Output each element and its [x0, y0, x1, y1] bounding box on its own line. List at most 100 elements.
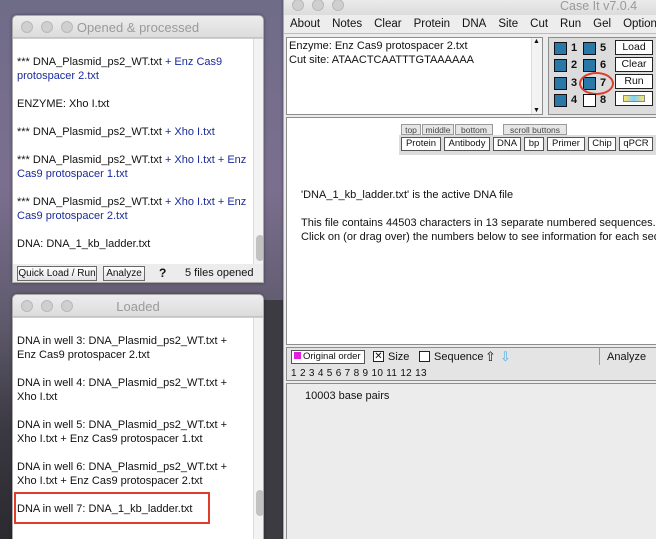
well-5-toggle[interactable]: [583, 42, 596, 55]
menu-clear[interactable]: Clear: [368, 15, 407, 33]
help-button[interactable]: ?: [159, 266, 166, 280]
original-order-button[interactable]: Original order: [291, 350, 365, 364]
well-6-label: 6: [600, 59, 607, 71]
scroll-down-icon[interactable]: ▼: [533, 107, 540, 114]
main-window-title: Case It v7.0.4: [560, 0, 638, 13]
menu-about[interactable]: About: [284, 15, 326, 33]
menu-run[interactable]: Run: [554, 15, 587, 33]
well-7-highlight-circle: [579, 72, 614, 95]
list-item[interactable]: *** DNA_Plasmid_ps2_WT.txt + Xho I.txt +…: [17, 195, 251, 223]
loaded-scrollbar[interactable]: [253, 318, 263, 539]
entry-prefix: DNA: DNA_1_kb_ladder.txt: [17, 238, 151, 250]
menu-notes[interactable]: Notes: [326, 15, 368, 33]
well-2-toggle[interactable]: [554, 59, 567, 72]
well-3-toggle[interactable]: [554, 77, 567, 90]
list-item[interactable]: DNA in well 4: DNA_Plasmid_ps2_WT.txt + …: [17, 376, 241, 404]
list-item[interactable]: DNA in well 6: DNA_Plasmid_ps2_WT.txt + …: [17, 460, 241, 488]
analyze-sequence-button[interactable]: Analyze: [607, 351, 646, 363]
cut-site-line: Cut site: ATAACTCAATTTGTAAAAAA: [289, 54, 474, 66]
info-scrollbar[interactable]: ▲ ▼: [531, 38, 542, 114]
opened-scrollbar[interactable]: [253, 39, 263, 264]
load-button[interactable]: Load: [615, 40, 653, 55]
opened-window-title: Opened & processed: [76, 20, 200, 35]
well-8-label: 8: [600, 94, 607, 106]
list-item[interactable]: DNA in well 5: DNA_Plasmid_ps2_WT.txt + …: [17, 418, 241, 446]
sequence-label: Sequence: [434, 351, 484, 363]
well-3-label: 3: [571, 77, 578, 89]
clear-button[interactable]: Clear: [615, 57, 653, 72]
minimize-icon[interactable]: [312, 0, 324, 11]
menu-site[interactable]: Site: [492, 15, 524, 33]
main-content: top middle bottom scroll buttons Protein…: [286, 117, 656, 345]
opened-list[interactable]: *** DNA_Plasmid_ps2_WT.txt + Enz Cas9 pr…: [13, 38, 263, 264]
analyze-button[interactable]: Analyze: [103, 266, 145, 281]
list-item[interactable]: DNA in well 3: DNA_Plasmid_ps2_WT.txt + …: [17, 334, 241, 362]
entry-prefix: ENZYME: Xho I.txt: [17, 98, 110, 110]
dna-button[interactable]: DNA: [493, 137, 521, 151]
tab-top[interactable]: top: [401, 124, 421, 135]
list-item[interactable]: *** DNA_Plasmid_ps2_WT.txt + Xho I.txt +…: [17, 153, 251, 181]
list-item[interactable]: ENZYME: Xho I.txt: [17, 97, 251, 111]
menu-bar: About Notes Clear Protein DNA Site Cut R…: [284, 15, 656, 34]
quick-load-run-button[interactable]: Quick Load / Run: [17, 266, 97, 281]
zoom-icon[interactable]: [332, 0, 344, 11]
opened-processed-window: Opened & processed *** DNA_Plasmid_ps2_W…: [12, 15, 264, 283]
base-pairs-text: 10003 base pairs: [305, 390, 390, 402]
well-5-label: 5: [600, 42, 607, 54]
close-icon[interactable]: [292, 0, 304, 11]
arrow-down-icon[interactable]: ⇩: [500, 349, 511, 365]
loaded-window-title: Loaded: [116, 299, 160, 314]
active-file-text: 'DNA_1_kb_ladder.txt' is the active DNA …: [301, 189, 514, 201]
enzyme-line: Enzyme: Enz Cas9 protospacer 2.txt: [289, 40, 468, 52]
menu-protein[interactable]: Protein: [408, 15, 456, 33]
tab-middle[interactable]: middle: [422, 124, 454, 135]
scroll-up-icon[interactable]: ▲: [533, 38, 540, 45]
entry-prefix: *** DNA_Plasmid_ps2_WT.txt: [17, 154, 162, 166]
run-button[interactable]: Run: [615, 74, 653, 89]
antibody-button[interactable]: Antibody: [444, 137, 490, 151]
magenta-square-icon: [294, 352, 301, 359]
scroll-thumb[interactable]: [256, 490, 263, 516]
tab-bottom[interactable]: bottom: [455, 124, 493, 135]
well-8-toggle[interactable]: [583, 94, 596, 107]
opened-titlebar[interactable]: Opened & processed: [13, 16, 263, 38]
well-4-label: 4: [571, 94, 578, 106]
list-item[interactable]: DNA: DNA_1_kb_ladder.txt: [17, 237, 251, 251]
arrow-up-icon[interactable]: ⇧: [485, 349, 496, 365]
analyze-divider: [599, 348, 600, 365]
main-titlebar[interactable]: Case It v7.0.4: [284, 0, 656, 15]
enzyme-info-panel: Enzyme: Enz Cas9 protospacer 2.txt Cut s…: [286, 37, 543, 115]
well-4-toggle[interactable]: [554, 94, 567, 107]
protein-button[interactable]: Protein: [401, 137, 441, 151]
bp-button[interactable]: bp: [524, 137, 544, 151]
desktop-background: [262, 300, 284, 539]
loaded-list[interactable]: DNA in well 3: DNA_Plasmid_ps2_WT.txt + …: [13, 317, 263, 539]
loaded-titlebar[interactable]: Loaded: [13, 295, 263, 317]
file-info-text: This file contains 44503 characters in 1…: [301, 217, 656, 229]
entry-suffix: + Xho I.txt: [161, 126, 215, 138]
list-item[interactable]: *** DNA_Plasmid_ps2_WT.txt + Xho I.txt: [17, 125, 251, 139]
sequence-checkbox[interactable]: [419, 351, 430, 362]
gel-view-icon[interactable]: [615, 91, 653, 106]
size-label: Size: [388, 351, 410, 363]
well-6-toggle[interactable]: [583, 59, 596, 72]
menu-gel[interactable]: Gel: [587, 15, 617, 33]
wells-panel: 1 5 2 6 3 7 4 8 Load Clear Run: [548, 37, 656, 115]
primer-button[interactable]: Primer: [547, 137, 585, 151]
entry-prefix: *** DNA_Plasmid_ps2_WT.txt: [17, 56, 162, 68]
loaded-window: Loaded DNA in well 3: DNA_Plasmid_ps2_WT…: [12, 294, 264, 539]
scroll-thumb[interactable]: [256, 235, 263, 261]
chip-button[interactable]: Chip: [588, 137, 616, 151]
size-checkbox[interactable]: ✕: [373, 351, 384, 362]
menu-cut[interactable]: Cut: [524, 15, 554, 33]
entry-prefix: *** DNA_Plasmid_ps2_WT.txt: [17, 196, 162, 208]
original-order-label: Original order: [303, 351, 361, 362]
case-it-window: Case It v7.0.4 About Notes Clear Protein…: [283, 0, 656, 539]
sequence-detail-pane: 10003 base pairs: [286, 383, 656, 539]
sequence-numbers[interactable]: 1 2 3 4 5 6 7 8 9 10 11 12 13: [291, 368, 427, 379]
well-1-toggle[interactable]: [554, 42, 567, 55]
menu-dna[interactable]: DNA: [456, 15, 492, 33]
qpcr-button[interactable]: qPCR: [619, 137, 653, 151]
menu-option[interactable]: Option: [617, 15, 656, 33]
list-item[interactable]: *** DNA_Plasmid_ps2_WT.txt + Enz Cas9 pr…: [17, 55, 251, 83]
